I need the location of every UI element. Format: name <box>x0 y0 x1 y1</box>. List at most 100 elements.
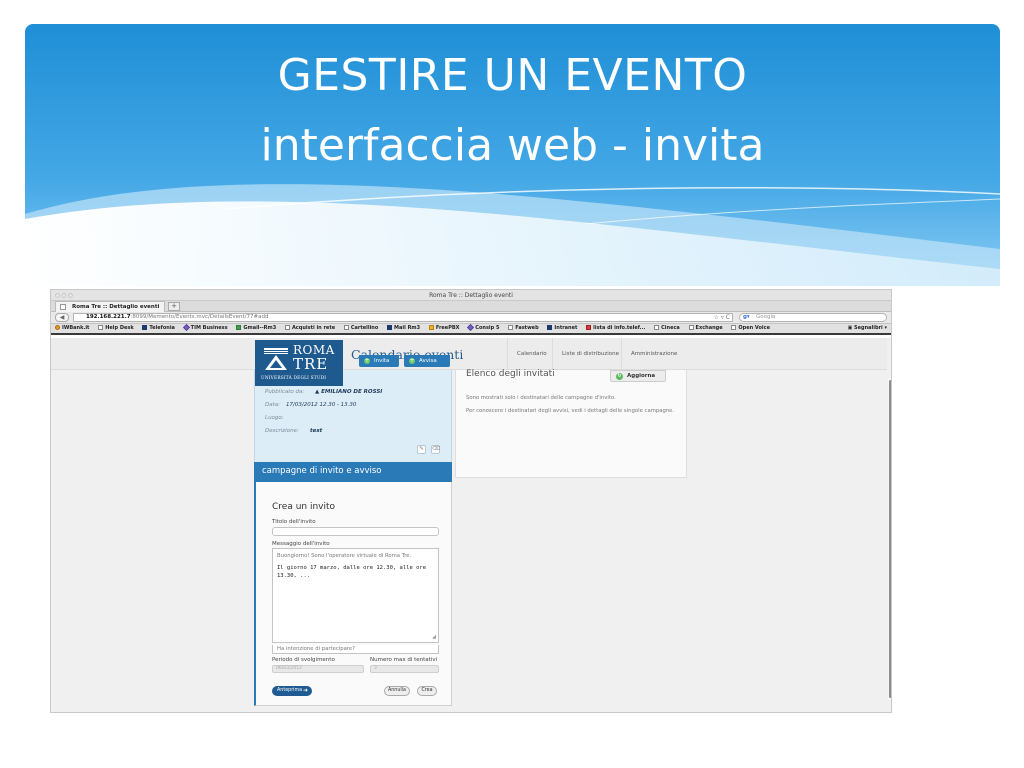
reload-icon[interactable]: ☆ ▿ C <box>714 314 730 321</box>
preview-label: Anteprima <box>277 688 303 693</box>
bookmark-icon <box>428 325 434 330</box>
search-placeholder: Google <box>756 314 776 320</box>
message-greeting: Buongiorno! Sono l'operatore virtuale di… <box>277 553 412 559</box>
create-button[interactable]: Crea <box>417 686 437 696</box>
message-text: Il giorno 17 marzo, dalle ore 12.30, all… <box>277 565 427 579</box>
invite-message-textarea[interactable]: Buongiorno! Sono l'operatore virtuale di… <box>272 548 439 643</box>
bookmark-icon <box>586 325 592 330</box>
window-titlebar: ○○○ Roma Tre :: Dettaglio eventi <box>51 290 891 301</box>
bookmark-item[interactable]: Open Voice <box>731 324 770 333</box>
tab-label: Roma Tre :: Dettaglio eventi <box>72 304 160 310</box>
nav-amministrazione[interactable]: Amministrazione <box>621 338 686 370</box>
bookmark-item[interactable]: FreePBX <box>428 324 460 333</box>
bookmark-item[interactable]: Fastweb <box>508 324 539 333</box>
bookmark-item[interactable]: lista di info.telef... <box>586 324 645 333</box>
bookmark-icon <box>284 325 290 330</box>
slide-title: GESTIRE UN EVENTO <box>277 50 748 101</box>
resize-handle-icon[interactable]: ◢ <box>432 634 436 640</box>
search-input[interactable]: g▾ Google <box>739 313 887 322</box>
bookmark-item[interactable]: TIM Business <box>182 324 228 333</box>
form-title: Crea un invito <box>272 502 336 512</box>
bookmark-item[interactable]: Cineca <box>654 324 680 333</box>
bookmarks-bar: IWBank.it Help Desk Telefonia TIM Busine… <box>51 324 891 335</box>
invite-title-label: Titolo dell'invito <box>272 519 316 525</box>
description-value: test <box>310 428 323 434</box>
place-label: Luogo: <box>265 415 284 421</box>
bookmark-item[interactable]: Mail Rm3 <box>387 324 420 333</box>
bookmark-item[interactable]: Telefonia <box>142 324 175 333</box>
max-attempts-label: Numero max di tentativi <box>370 657 438 663</box>
period-label: Periodo di svolgimento <box>272 657 335 663</box>
window-title: Roma Tre :: Dettaglio eventi <box>429 292 513 299</box>
refresh-icon: ↻ <box>616 373 623 380</box>
slide: GESTIRE UN EVENTO interfaccia web - invi… <box>0 0 1024 768</box>
bookmark-icon <box>387 325 393 330</box>
bookmark-icon <box>55 325 60 330</box>
message-question: Ha intenzione di partecipare? <box>272 645 439 654</box>
create-invite-form: Crea un invito Titolo dell'invito Messag… <box>254 482 452 706</box>
bookmark-item[interactable]: Gmail--Rm3 <box>236 324 276 333</box>
back-button[interactable]: ◀ <box>55 313 69 322</box>
bookmark-item[interactable]: Help Desk <box>98 324 134 333</box>
bookmarks-menu[interactable]: ▣ Segnalibri ▾ <box>848 324 887 333</box>
bookmark-icon <box>236 325 242 330</box>
slide-subtitle: interfaccia web - invita <box>260 120 765 171</box>
bookmark-item[interactable]: IWBank.it <box>55 324 89 333</box>
bookmark-icon <box>98 325 104 330</box>
invitees-title: Elenco degli invitati <box>466 369 555 379</box>
university-emblem-icon <box>264 348 288 370</box>
plus-icon: + <box>364 357 370 364</box>
bookmark-icon <box>182 324 190 332</box>
browser-tab[interactable]: Roma Tre :: Dettaglio eventi <box>55 301 165 312</box>
url-input[interactable]: 192.168.221.7:8099/Memento/Events.mvc/De… <box>73 313 733 322</box>
arrow-right-icon: ➜ <box>302 687 308 694</box>
nav-calendario[interactable]: Calendario <box>507 338 556 370</box>
description-label: Descrizione: <box>265 428 299 434</box>
bookmark-item[interactable]: Intranet <box>547 324 577 333</box>
logo-tre: TRE <box>293 355 329 373</box>
bookmark-item[interactable]: Cartellino <box>343 324 378 333</box>
period-input[interactable]: 06/03/2012 <box>272 665 364 673</box>
avvisa-label: Avvisa <box>419 358 437 364</box>
invite-message-label: Messaggio dell'invito <box>272 541 330 547</box>
bookmark-item[interactable]: Exchange <box>688 324 723 333</box>
trash-icon[interactable]: ⌫ <box>431 445 440 454</box>
published-by-value: ▲ EMILIANO DE ROSSI <box>315 389 383 395</box>
url-host: 192.168.221.7 <box>86 314 131 320</box>
campaigns-title: campagne di invito e avviso <box>262 466 382 476</box>
date-label: Data: <box>265 402 280 408</box>
scrollbar-thumb[interactable] <box>889 380 891 698</box>
published-by-label: Pubblicato da: <box>265 389 305 395</box>
bookmark-icon <box>654 325 660 330</box>
url-path: :8099/Memento/Events.mvc/DetailsEvent/77… <box>130 314 269 320</box>
new-tab-button[interactable]: + <box>168 302 180 311</box>
bookmark-icon <box>142 325 148 330</box>
refresh-label: Aggiorna <box>627 373 656 379</box>
app-header: Calendario eventi Calendario Liste di di… <box>51 338 887 370</box>
preview-button[interactable]: Anteprima ➜ <box>272 686 312 696</box>
nav-liste-distribuzione[interactable]: Liste di distribuzione <box>552 338 628 370</box>
invite-title-input[interactable] <box>272 527 439 536</box>
invita-button[interactable]: + Invita <box>359 355 399 367</box>
refresh-button[interactable]: ↻ Aggiorna <box>610 370 666 382</box>
bookmark-icon <box>731 325 737 330</box>
bookmark-icon <box>688 325 694 330</box>
roma-tre-logo[interactable]: ROMA TRE UNIVERSITÀ DEGLI STUDI <box>255 340 343 386</box>
web-page: Calendario eventi Calendario Liste di di… <box>51 338 891 712</box>
invita-label: Invita <box>374 358 390 364</box>
edit-icon[interactable]: ✎ <box>417 445 426 454</box>
bookmark-icon <box>508 325 514 330</box>
bookmark-item[interactable]: Consip 5 <box>467 324 499 333</box>
avvisa-button[interactable]: + Avvisa <box>404 355 450 367</box>
max-attempts-input[interactable]: 3 <box>370 665 439 673</box>
invitees-note: Sono mostrati solo i destinatari delle c… <box>466 395 616 401</box>
cancel-button[interactable]: Annulla <box>384 686 410 696</box>
tab-bar: Roma Tre :: Dettaglio eventi + <box>51 301 891 312</box>
bookmark-item[interactable]: Acquisti in rete <box>284 324 335 333</box>
browser-window: ○○○ Roma Tre :: Dettaglio eventi Roma Tr… <box>50 289 892 713</box>
logo-university: UNIVERSITÀ DEGLI STUDI <box>261 376 327 381</box>
plus-icon: + <box>409 357 415 364</box>
invitees-note: Per conoscere i destinatari degli avvisi… <box>466 408 675 414</box>
date-value: 17/03/2012 12.30 - 13.30 <box>286 402 357 408</box>
address-row: ◀ 192.168.221.7:8099/Memento/Events.mvc/… <box>51 312 891 324</box>
